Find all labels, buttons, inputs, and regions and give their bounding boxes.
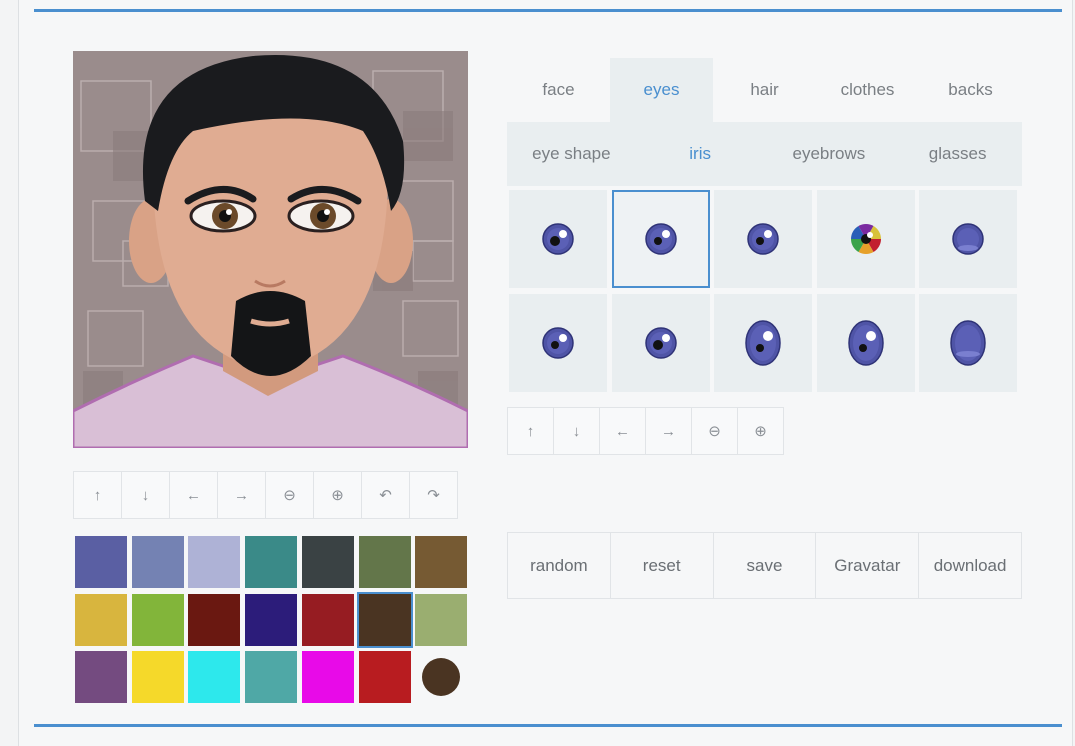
color-swatch[interactable] (358, 651, 411, 703)
color-swatch[interactable] (75, 651, 127, 703)
zoom-out-button[interactable]: ⊖ (691, 407, 738, 455)
color-swatch[interactable] (415, 536, 468, 588)
iris-icon (850, 224, 881, 254)
arrow-left-button[interactable]: ← (599, 407, 646, 455)
zoom-in-button[interactable]: ⊕ (737, 407, 784, 455)
iris-icon (542, 223, 574, 255)
iris-option[interactable] (714, 294, 812, 392)
color-swatch[interactable] (131, 651, 184, 703)
zoom-in-icon: ⊕ (754, 423, 767, 440)
tab-backs[interactable]: backs (919, 58, 1022, 122)
color-swatch[interactable] (245, 593, 298, 646)
color-swatch[interactable] (188, 651, 241, 703)
download-button[interactable]: download (918, 533, 1021, 598)
iris-icon (950, 320, 986, 366)
color-swatch[interactable] (188, 593, 241, 646)
arrow-down-icon: ↓ (141, 486, 150, 504)
color-swatch[interactable] (356, 591, 413, 648)
iris-option[interactable] (509, 294, 607, 392)
iris-option[interactable] (509, 190, 607, 288)
iris-option[interactable] (816, 294, 915, 392)
random-button[interactable]: random (508, 533, 610, 598)
iris-icon (847, 320, 884, 366)
iris-option[interactable] (611, 190, 710, 288)
iris-icon (745, 320, 781, 366)
color-swatch[interactable] (301, 593, 354, 646)
zoom-in-button[interactable]: ⊕ (313, 471, 362, 519)
arrow-up-icon: ↑ (93, 486, 102, 504)
arrow-left-icon: ← (615, 422, 630, 440)
subtab-glasses[interactable]: glasses (893, 122, 1022, 186)
arrow-down-icon: ↓ (572, 422, 581, 440)
iris-icon (644, 327, 677, 359)
subcategory-tabs: eye shape iris eyebrows glasses (507, 122, 1022, 186)
zoom-out-icon: ⊖ (708, 423, 721, 440)
iris-icon (952, 223, 984, 255)
iris-icon (644, 223, 677, 255)
action-bar: random reset save Gravatar download (507, 532, 1022, 599)
color-swatch[interactable] (415, 593, 468, 646)
bottom-divider (34, 724, 1062, 727)
arrow-up-icon: ↑ (526, 422, 535, 440)
save-button[interactable]: save (712, 533, 816, 598)
iris-option[interactable] (714, 190, 812, 288)
color-swatch[interactable] (245, 536, 298, 588)
iris-option[interactable] (611, 294, 710, 392)
iris-grid (509, 190, 1021, 393)
color-swatch[interactable] (245, 651, 298, 703)
color-swatch[interactable] (131, 593, 184, 646)
iris-controls: ↑ ↓ ← → ⊖ ⊕ (507, 407, 784, 455)
color-swatch[interactable] (75, 593, 127, 646)
arrow-left-icon: ← (186, 486, 201, 504)
color-swatch[interactable] (301, 536, 354, 588)
arrow-right-icon: → (234, 486, 249, 504)
gravatar-button[interactable]: Gravatar (815, 533, 918, 598)
color-swatch[interactable] (301, 651, 354, 703)
iris-icon (747, 223, 779, 255)
arrow-down-button[interactable]: ↓ (121, 471, 170, 519)
top-divider (34, 9, 1062, 12)
color-swatch[interactable] (188, 536, 241, 588)
undo-icon: ↶ (379, 487, 392, 504)
arrow-right-button[interactable]: → (645, 407, 692, 455)
subtab-eyebrows[interactable]: eyebrows (765, 122, 894, 186)
iris-option[interactable] (919, 294, 1017, 392)
arrow-up-button[interactable]: ↑ (507, 407, 554, 455)
zoom-in-icon: ⊕ (331, 487, 344, 504)
tab-clothes[interactable]: clothes (816, 58, 919, 122)
color-swatch[interactable] (358, 536, 411, 588)
zoom-out-icon: ⊖ (283, 487, 296, 504)
subtab-eye-shape[interactable]: eye shape (507, 122, 636, 186)
undo-button[interactable]: ↶ (361, 471, 410, 519)
avatar-controls: ↑ ↓ ← → ⊖ ⊕ ↶ ↷ (73, 471, 458, 519)
arrow-down-button[interactable]: ↓ (553, 407, 600, 455)
current-color-indicator[interactable] (422, 658, 461, 696)
arrow-up-button[interactable]: ↑ (73, 471, 122, 519)
iris-option[interactable] (919, 190, 1017, 288)
arrow-right-button[interactable]: → (217, 471, 266, 519)
subtab-iris[interactable]: iris (636, 122, 765, 186)
reset-button[interactable]: reset (609, 533, 713, 598)
tab-hair[interactable]: hair (713, 58, 816, 122)
avatar-preview (73, 51, 468, 448)
arrow-left-button[interactable]: ← (169, 471, 218, 519)
tab-face[interactable]: face (507, 58, 610, 122)
color-swatch[interactable] (131, 536, 184, 588)
redo-icon: ↷ (427, 487, 440, 504)
iris-icon (542, 327, 574, 359)
tab-eyes[interactable]: eyes (610, 58, 713, 122)
category-tabs: face eyes hair clothes backs (507, 58, 1022, 122)
redo-button[interactable]: ↷ (409, 471, 458, 519)
zoom-out-button[interactable]: ⊖ (265, 471, 314, 519)
iris-option[interactable] (816, 190, 915, 288)
arrow-right-icon: → (661, 422, 676, 440)
color-swatch[interactable] (75, 536, 127, 588)
